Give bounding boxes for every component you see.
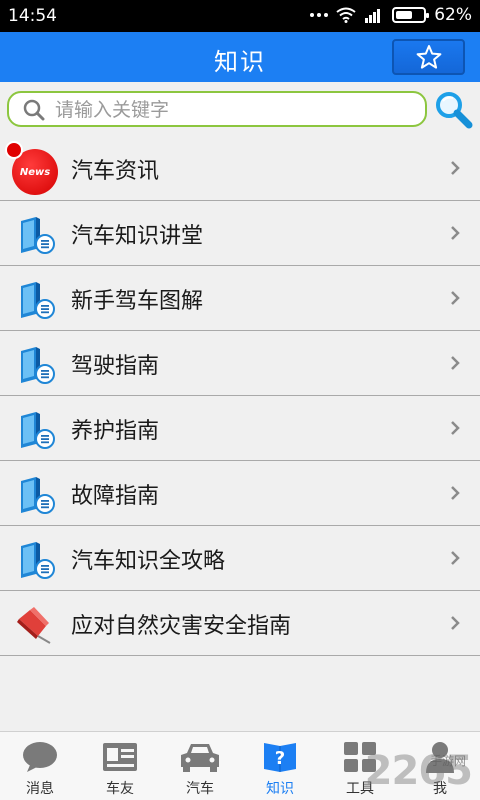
search-bar xyxy=(0,82,480,136)
favorite-button[interactable] xyxy=(392,39,465,75)
id-card-icon xyxy=(103,743,137,771)
more-dots-icon xyxy=(310,13,329,17)
battery-percent: 62% xyxy=(434,5,472,25)
book-icon xyxy=(21,412,55,449)
nav-label: 知识 xyxy=(266,781,294,797)
chevron-right-icon xyxy=(451,551,460,565)
list-item-label: 汽车知识讲堂 xyxy=(71,224,204,249)
list-item-car-knowledge-lecture[interactable]: 汽车知识讲堂 xyxy=(0,201,480,266)
search-input[interactable] xyxy=(55,96,415,124)
status-bar: 14:54 62% xyxy=(0,0,480,32)
list-item-label: 汽车知识全攻略 xyxy=(71,549,226,574)
chevron-right-icon xyxy=(451,616,460,630)
battery-icon xyxy=(392,7,430,23)
chevron-right-icon xyxy=(451,161,460,175)
list-item-disaster-safety-guide[interactable]: 应对自然灾害安全指南 xyxy=(0,591,480,656)
list-item-label: 汽车资讯 xyxy=(71,159,160,184)
list-item-car-knowledge-strategy[interactable]: 汽车知识全攻略 xyxy=(0,526,480,591)
nav-item-car[interactable]: 汽车 xyxy=(160,732,240,800)
watermark-sub: 手游网 xyxy=(429,754,466,768)
nav-label: 汽车 xyxy=(186,781,214,797)
book-icon xyxy=(21,477,55,514)
list-item-driving-guide[interactable]: 驾驶指南 xyxy=(0,331,480,396)
chevron-right-icon xyxy=(451,226,460,240)
nav-item-car-friends[interactable]: 车友 xyxy=(80,732,160,800)
chevron-right-icon xyxy=(451,486,460,500)
list-item-label: 驾驶指南 xyxy=(71,354,160,379)
list-item-fault-guide[interactable]: 故障指南 xyxy=(0,461,480,526)
car-icon xyxy=(181,744,219,772)
search-box[interactable] xyxy=(7,91,427,127)
book-icon xyxy=(21,217,55,254)
list-item-maintenance-guide[interactable]: 养护指南 xyxy=(0,396,480,461)
wifi-icon xyxy=(336,7,356,23)
nav-label: 消息 xyxy=(26,781,54,797)
list-item-car-news[interactable]: News 汽车资讯 xyxy=(0,136,480,201)
chevron-right-icon xyxy=(451,421,460,435)
knowledge-list: News 汽车资讯 汽车知识讲堂 新手驾车图解 驾驶指南 养护指南 故障指南 汽… xyxy=(0,136,480,656)
nav-item-knowledge[interactable]: ? 知识 xyxy=(240,732,320,800)
list-item-label: 应对自然灾害安全指南 xyxy=(71,614,292,639)
list-item-beginner-driving-guide[interactable]: 新手驾车图解 xyxy=(0,266,480,331)
status-time: 14:54 xyxy=(8,6,57,26)
search-icon xyxy=(23,99,45,121)
watermark-logo: 2265 手游网 xyxy=(365,748,473,794)
list-item-label: 养护指南 xyxy=(71,419,160,444)
unread-badge xyxy=(5,141,23,159)
svg-text:?: ? xyxy=(275,748,285,769)
title-bar: 知识 xyxy=(0,32,480,82)
nav-item-messages[interactable]: 消息 xyxy=(0,732,80,800)
signal-icon xyxy=(365,9,381,23)
status-indicators: 62% xyxy=(310,5,472,25)
book-icon xyxy=(21,542,55,579)
book-icon xyxy=(21,347,55,384)
star-outline-icon xyxy=(416,45,441,69)
list-item-label: 新手驾车图解 xyxy=(71,289,204,314)
book-icon xyxy=(21,282,55,319)
chat-bubble-icon xyxy=(23,742,57,772)
nav-label: 车友 xyxy=(106,781,134,797)
pin-icon xyxy=(17,607,51,644)
search-button-icon[interactable] xyxy=(433,90,475,130)
chevron-right-icon xyxy=(451,291,460,305)
question-book-icon: ? xyxy=(264,743,296,772)
chevron-right-icon xyxy=(451,356,460,370)
list-item-label: 故障指南 xyxy=(71,484,160,509)
